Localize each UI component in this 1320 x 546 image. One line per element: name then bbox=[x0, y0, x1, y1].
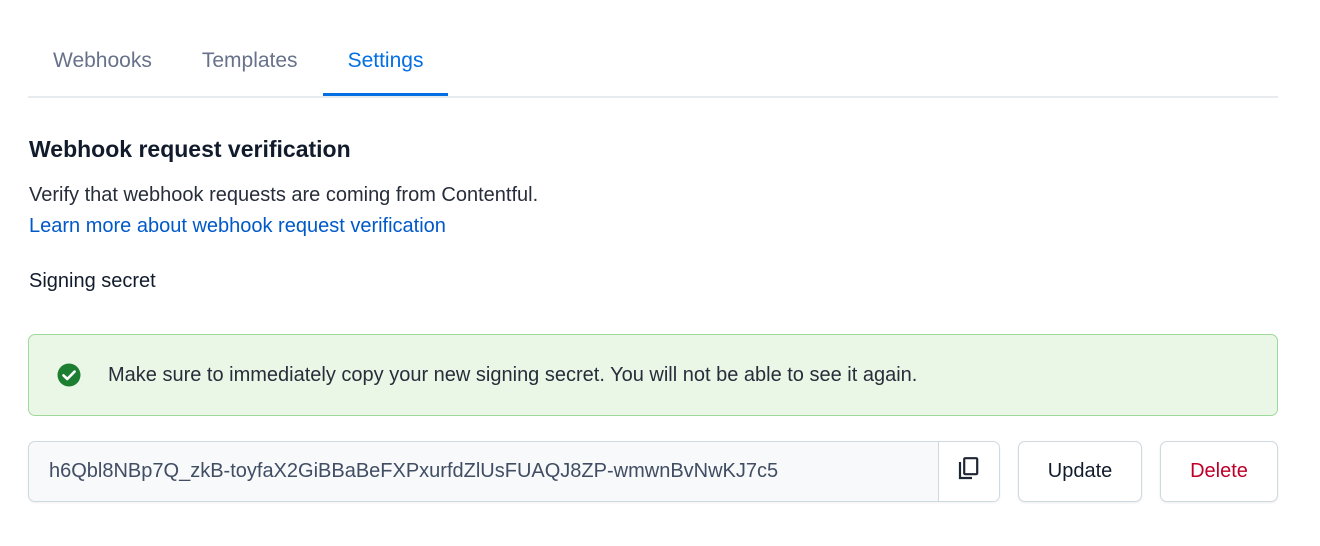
copy-secret-button[interactable] bbox=[938, 442, 999, 501]
tab-settings-label: Settings bbox=[347, 49, 424, 72]
tab-bar: Webhooks Templates Settings bbox=[28, 28, 1278, 98]
delete-secret-button[interactable]: Delete bbox=[1160, 441, 1278, 502]
signing-secret-field-group bbox=[28, 441, 1000, 502]
tab-templates[interactable]: Templates bbox=[177, 28, 323, 94]
signing-secret-input[interactable] bbox=[29, 442, 938, 501]
section-title: Webhook request verification bbox=[29, 136, 351, 162]
tab-templates-label: Templates bbox=[201, 49, 298, 72]
success-note: Make sure to immediately copy your new s… bbox=[28, 334, 1278, 416]
success-note-text: Make sure to immediately copy your new s… bbox=[108, 363, 918, 386]
tab-webhooks[interactable]: Webhooks bbox=[28, 28, 177, 94]
check-circle-icon bbox=[57, 363, 81, 387]
tab-settings[interactable]: Settings bbox=[322, 28, 449, 96]
learn-more-link[interactable]: Learn more about webhook request verific… bbox=[29, 215, 446, 238]
copy-icon bbox=[957, 456, 981, 487]
tab-webhooks-label: Webhooks bbox=[53, 49, 152, 72]
signing-secret-label: Signing secret bbox=[29, 270, 156, 292]
section-description: Verify that webhook requests are coming … bbox=[29, 184, 539, 206]
update-secret-button[interactable]: Update bbox=[1018, 441, 1142, 502]
